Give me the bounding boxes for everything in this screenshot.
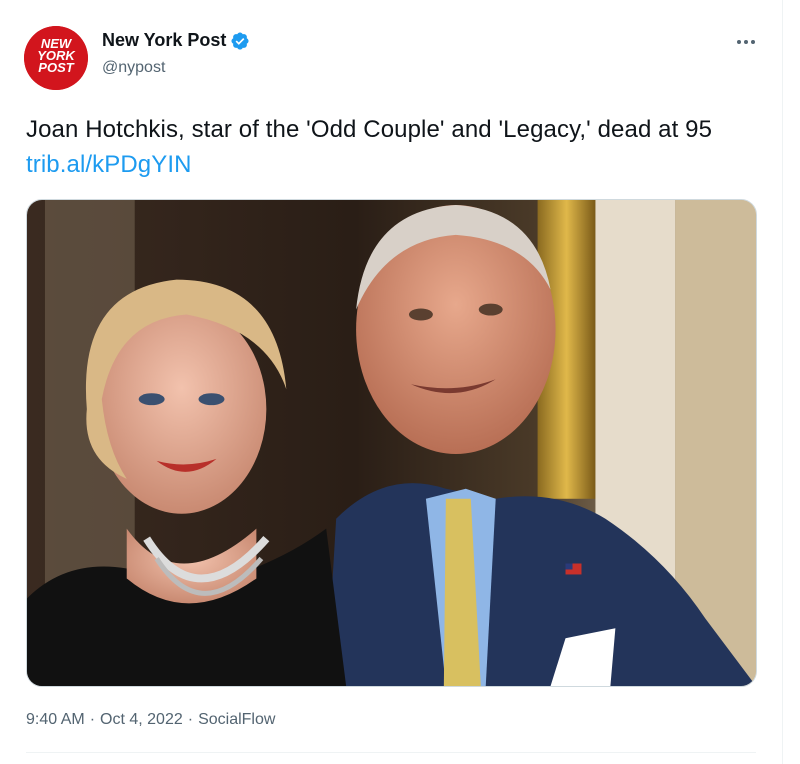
photo-illustration	[27, 200, 756, 686]
tweet-meta: 9:40 AM · Oct 4, 2022 · SocialFlow	[26, 711, 275, 729]
author-name-row: New York Post	[102, 30, 250, 51]
logo-line-3: POST	[38, 60, 74, 75]
author-avatar[interactable]: NEW YORK POST	[24, 26, 88, 90]
verified-badge-icon	[230, 31, 250, 51]
tweet-photo[interactable]	[26, 199, 757, 687]
tweet-time[interactable]: 9:40 AM	[26, 711, 85, 729]
author-display-name[interactable]: New York Post	[102, 30, 226, 51]
tweet-card: NEW YORK POST New York Post @nypost Joan…	[0, 0, 783, 764]
tweet-body: Joan Hotchkis, star of the 'Odd Couple' …	[26, 116, 713, 143]
author-handle[interactable]: @nypost	[102, 59, 165, 77]
more-options-icon[interactable]	[730, 30, 762, 54]
tweet-source[interactable]: SocialFlow	[198, 711, 275, 729]
meta-separator: ·	[187, 711, 194, 728]
tweet-text: Joan Hotchkis, star of the 'Odd Couple' …	[26, 112, 766, 182]
tweet-date[interactable]: Oct 4, 2022	[100, 711, 183, 729]
divider	[26, 752, 756, 753]
nypost-logo: NEW YORK POST	[24, 26, 88, 90]
tweet-link[interactable]: trib.al/kPDgYIN	[26, 151, 192, 178]
meta-separator: ·	[89, 711, 96, 728]
